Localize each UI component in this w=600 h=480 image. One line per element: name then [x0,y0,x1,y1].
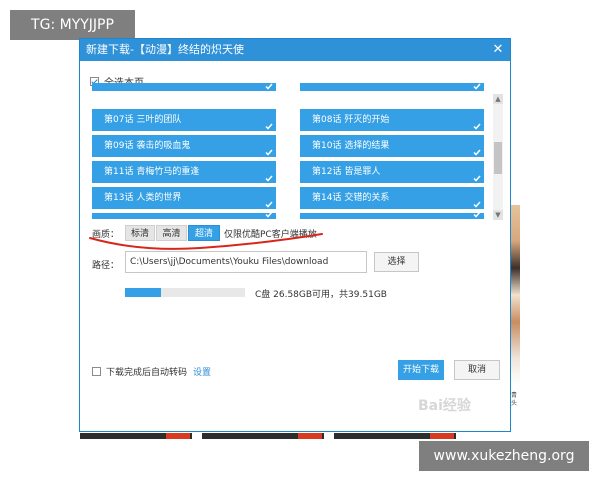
dialog-title: 新建下载-【动漫】终结的炽天使 [86,43,244,56]
check-icon [473,213,481,218]
thumbnail-strip [202,433,324,439]
scroll-thumb[interactable] [494,142,502,174]
scrollbar[interactable]: ▲ ▼ [493,94,503,220]
auto-transcode-label: 下载完成后自动转码 [106,368,188,378]
cancel-button[interactable]: 取消 [454,360,500,380]
episode-item[interactable] [92,213,276,219]
episode-label: 第13话 人类的世界 [104,193,182,203]
episode-item[interactable]: 第09话 袭击的吸血鬼 [92,135,276,157]
episode-label: 第11话 青梅竹马的重逢 [104,167,200,177]
disk-usage-bar [125,288,245,297]
start-download-button[interactable]: 开始下载 [398,360,444,380]
scroll-down-icon[interactable]: ▼ [493,210,503,220]
background-anime-image [511,205,520,385]
episode-label: 第07话 三叶的团队 [104,115,182,125]
dialog-titlebar: 新建下载-【动漫】终结的炽天使 ✕ [80,39,510,61]
path-label: 路径： [92,261,120,271]
episode-label: 第14话 交错的关系 [312,193,390,203]
episode-label: 第09话 袭击的吸血鬼 [104,141,191,151]
side-text: 青 头 [511,392,518,407]
quality-option-sd[interactable]: 标清 [125,225,155,241]
episode-label: 第10话 选择的结果 [312,141,390,151]
check-icon [473,175,481,182]
episode-item[interactable]: 第11话 青梅竹马的重逢 [92,161,276,183]
episode-item[interactable]: 第14话 交错的关系 [300,187,484,209]
site-watermark: www.xukezheng.org [419,441,589,471]
quality-option-uhd[interactable]: 超清 [188,225,220,241]
check-icon [265,175,273,182]
check-icon [473,201,481,208]
settings-link[interactable]: 设置 [193,365,211,378]
episode-item[interactable]: 第12话 皆是罪人 [300,161,484,183]
check-icon [265,201,273,208]
check-icon [265,123,273,130]
download-dialog: 新建下载-【动漫】终结的炽天使 ✕ 全选本页 第07话 三叶的团队第08话 歼灭… [79,38,511,432]
check-icon [265,213,273,218]
checkbox-icon [92,367,101,376]
scroll-up-icon[interactable]: ▲ [493,94,503,104]
check-icon [473,83,481,90]
thumbnail-strip [334,433,456,439]
quality-option-hd[interactable]: 高清 [156,225,187,241]
check-icon [265,83,273,90]
quality-label: 画质： [92,230,120,240]
disk-usage-fill [125,288,161,297]
choose-button[interactable]: 选择 [374,252,419,272]
check-icon [473,149,481,156]
tg-label: TG: MYYJJPP [10,10,135,40]
close-icon[interactable]: ✕ [490,39,506,61]
check-icon [473,123,481,130]
auto-transcode-checkbox[interactable]: 下载完成后自动转码 设置 [92,365,211,378]
episode-item[interactable]: 第13话 人类的世界 [92,187,276,209]
disk-space-text: C盘 26.58GB可用，共39.51GB [255,290,387,300]
check-icon [265,149,273,156]
episode-item[interactable] [300,83,484,91]
episode-label: 第12话 皆是罪人 [312,167,381,177]
episode-label: 第08话 歼灭的开始 [312,115,390,125]
path-input[interactable]: C:\Users\jj\Documents\Youku Files\downlo… [125,251,367,273]
quality-note: 仅限优酷PC客户端播放 [224,230,317,240]
episode-item[interactable]: 第10话 选择的结果 [300,135,484,157]
episode-item[interactable] [300,213,484,219]
episode-item[interactable]: 第07话 三叶的团队 [92,109,276,131]
episode-item[interactable] [92,83,276,91]
baidu-watermark: Bai经验 [418,398,471,414]
episode-item[interactable]: 第08话 歼灭的开始 [300,109,484,131]
thumbnail-strip [80,433,192,439]
